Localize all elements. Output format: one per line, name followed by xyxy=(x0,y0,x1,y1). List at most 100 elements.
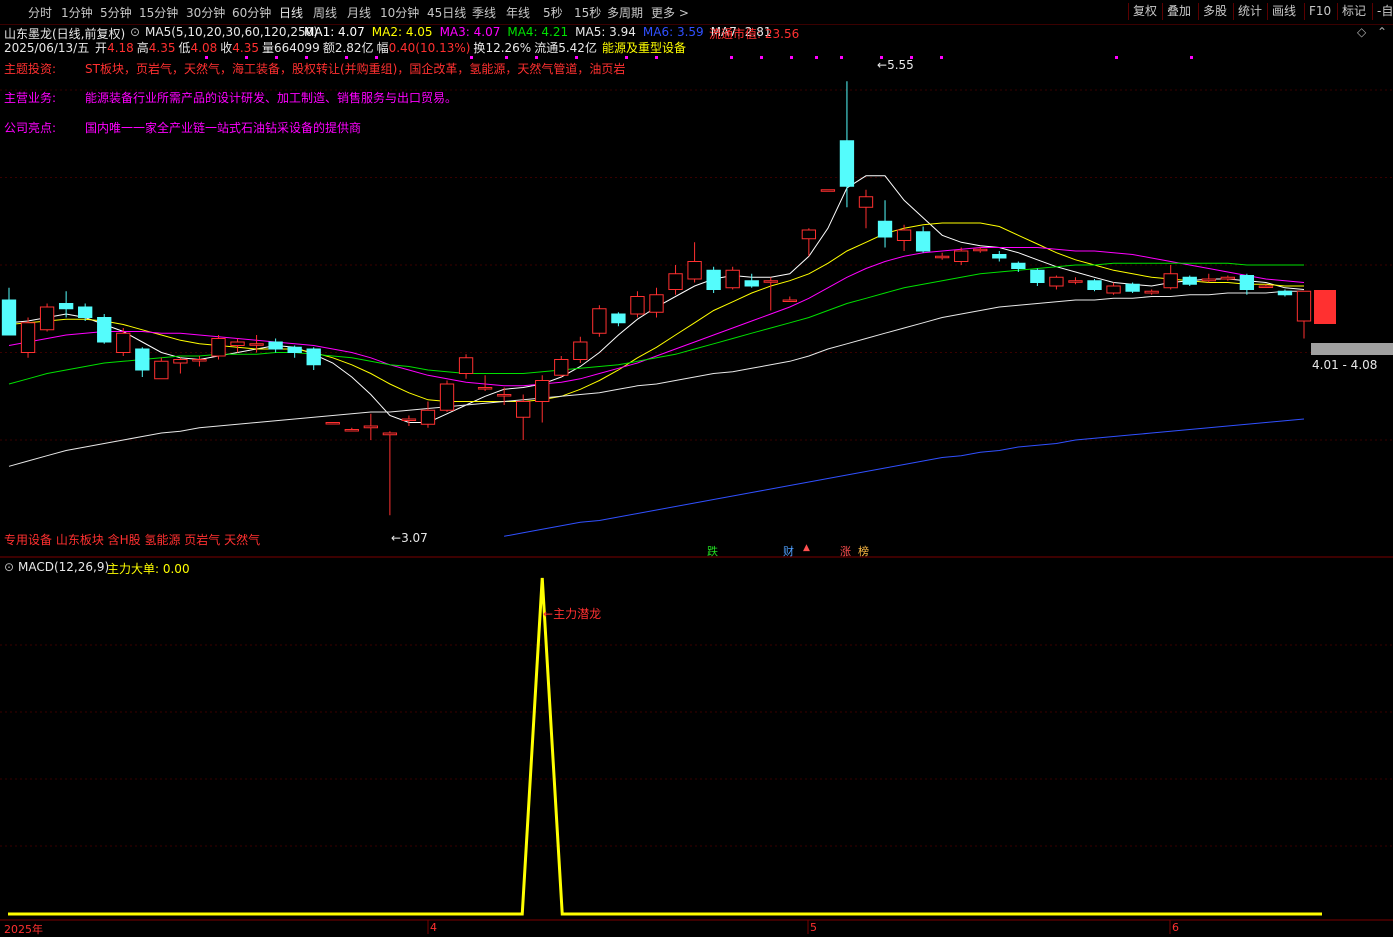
concept-tags[interactable]: 专用设备 山东板块 含H股 氢能源 页岩气 天然气 xyxy=(4,531,260,548)
high-price-value: 5.55 xyxy=(887,58,914,72)
candle-body-63 xyxy=(1201,278,1216,282)
candle-body-50 xyxy=(954,250,969,262)
candle-body-12 xyxy=(230,341,245,346)
ma-legend-4: MA5: 3.94 xyxy=(575,25,636,39)
candle-body-19 xyxy=(363,425,379,429)
price-range-label: 4.01 - 4.08 xyxy=(1312,358,1378,372)
candle-body-48 xyxy=(915,231,931,252)
quote-key-4: 量 xyxy=(261,41,274,55)
candle-body-38 xyxy=(725,269,740,289)
ma-legend-3: MA4: 4.21 xyxy=(507,25,569,39)
event-dot-14 xyxy=(790,56,793,59)
candle-body-10 xyxy=(192,359,207,362)
event-dot-12 xyxy=(730,56,733,59)
candle-body-29 xyxy=(554,359,569,376)
ma-legend-1: MA2: 4.05 xyxy=(371,25,433,39)
event-dot-19 xyxy=(940,56,943,59)
collapse-icon[interactable]: ⌃ xyxy=(1377,25,1387,39)
x-axis-year: 2025年 xyxy=(4,923,43,936)
candle-body-36 xyxy=(687,261,702,280)
quote-date: 2025/06/13/五 xyxy=(4,41,90,55)
quote-value-7: 12.26% xyxy=(485,41,532,55)
quote-value-5: 2.82亿 xyxy=(334,41,374,55)
candle-body-14 xyxy=(268,341,283,350)
market-cap: 流通市值: 23.56 xyxy=(709,27,800,41)
candle-body-41 xyxy=(782,299,797,302)
event-dot-21 xyxy=(1190,56,1193,59)
candle-body-2 xyxy=(39,306,55,331)
limit-up-block xyxy=(1314,290,1336,324)
candle-body-58 xyxy=(1106,285,1121,294)
candle-body-9 xyxy=(173,359,188,364)
event-dot-8 xyxy=(535,56,538,59)
candle-body-37 xyxy=(706,269,721,290)
event-dot-0 xyxy=(205,56,208,59)
event-dot-10 xyxy=(625,56,628,59)
quote-key-8: 流通 xyxy=(534,41,559,55)
candle-body-39 xyxy=(744,280,759,287)
candle-body-20 xyxy=(382,432,398,436)
candle-body-22 xyxy=(420,409,436,425)
indicator-signal-line xyxy=(8,577,1322,916)
candle-body-8 xyxy=(154,360,169,380)
candle-body-43 xyxy=(820,189,836,192)
ma-params[interactable]: MA5(5,10,20,30,60,120,250) xyxy=(145,25,318,39)
high-price-label: ←5.55 xyxy=(877,58,914,72)
candle-body-13 xyxy=(249,343,264,346)
ma-line-MA6 xyxy=(504,418,1305,537)
candle-body-52 xyxy=(992,254,1007,259)
x-axis-month-6: 6 xyxy=(1172,921,1179,934)
quote-value-0: 4.18 xyxy=(107,41,134,55)
theme-value: ST板块，页岩气，天然气，海工装备，股权转让(并购重组)，国企改革，氢能源，天然… xyxy=(85,62,626,76)
candle-body-54 xyxy=(1030,269,1045,283)
ma-legend: MA1: 4.07 MA2: 4.05 MA3: 4.07 MA4: 4.21 MA5:… xyxy=(304,25,778,39)
quote-value-3: 4.35 xyxy=(232,41,259,55)
event-dot-4 xyxy=(345,56,348,59)
business-label: 主营业务: xyxy=(4,91,57,105)
candle-body-64 xyxy=(1220,276,1235,280)
candle-body-66 xyxy=(1258,285,1274,288)
indicator-title[interactable]: MACD(12,26,9) xyxy=(18,560,109,574)
industry[interactable]: 能源及重型设备 xyxy=(602,41,686,55)
candle-body-45 xyxy=(858,196,874,208)
candle-body-5 xyxy=(97,317,112,343)
kline-chart[interactable] xyxy=(0,0,1393,934)
candle-body-1 xyxy=(20,322,36,353)
ma-legend-2: MA3: 4.07 xyxy=(439,25,501,39)
ma-settings-icon[interactable]: ⊙ xyxy=(130,25,140,39)
event-dot-2 xyxy=(275,56,278,59)
x-axis-month-5: 5 xyxy=(810,921,817,934)
current-price-band xyxy=(1311,343,1393,355)
theme-label: 主题投资: xyxy=(4,62,57,76)
candle-body-53 xyxy=(1011,262,1026,269)
event-dot-9 xyxy=(575,56,578,59)
diamond-icon[interactable]: ◇ xyxy=(1357,25,1366,39)
signal-label: ←主力潜龙 xyxy=(543,607,602,621)
candle-body-21 xyxy=(401,418,417,421)
candle-body-65 xyxy=(1239,275,1255,290)
marker-up-icon: ▲ xyxy=(803,543,810,553)
event-dot-3 xyxy=(305,56,308,59)
marker-bang[interactable]: 榜 xyxy=(858,543,869,559)
event-dot-1 xyxy=(245,56,248,59)
quote-key-5: 额 xyxy=(322,41,335,55)
highlight-label: 公司亮点: xyxy=(4,121,57,135)
marker-die[interactable]: 跌 xyxy=(707,543,718,559)
quote-key-7: 换 xyxy=(473,41,486,55)
marker-zhang[interactable]: 涨 xyxy=(840,543,851,559)
quote-key-6: 幅 xyxy=(376,41,389,55)
candle-body-11 xyxy=(211,338,226,357)
candle-body-26 xyxy=(496,394,512,397)
main-force-value: 主力大单: 0.00 xyxy=(107,562,190,576)
event-dot-7 xyxy=(505,56,508,59)
event-dot-15 xyxy=(815,56,818,59)
quote-key-2: 低 xyxy=(178,41,191,55)
highlight-value: 国内唯一一家全产业链一站式石油钻采设备的提供商 xyxy=(85,121,362,135)
quote-value-1: 4.35 xyxy=(148,41,176,55)
quote-value-2: 4.08 xyxy=(190,41,218,55)
event-dot-11 xyxy=(655,56,658,59)
indicator-settings-icon[interactable]: ⊙ xyxy=(4,560,14,574)
low-price-value: 3.07 xyxy=(401,531,428,545)
marker-cai[interactable]: 财 xyxy=(783,543,794,559)
candle-body-68 xyxy=(1296,290,1312,322)
